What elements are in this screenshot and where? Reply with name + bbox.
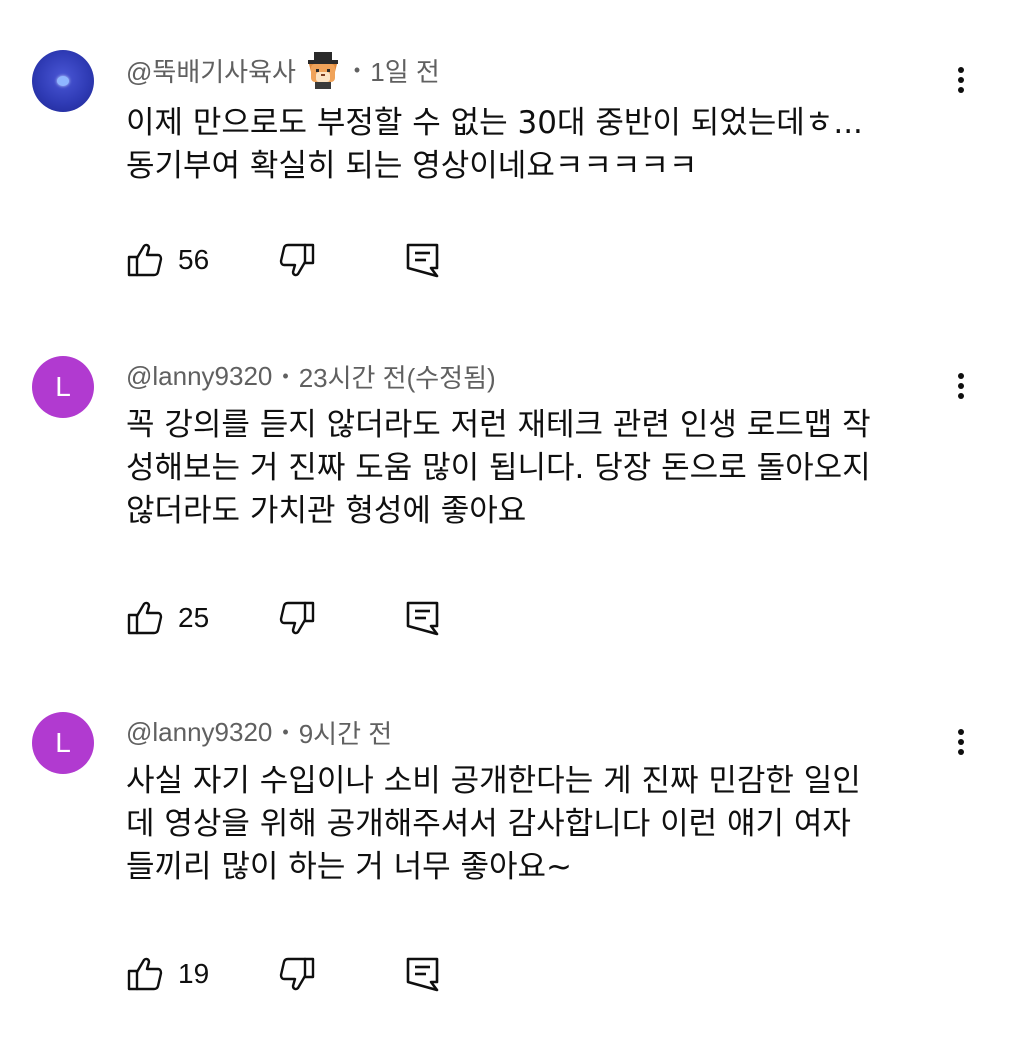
thumb-down-icon — [279, 957, 315, 991]
dislike-button[interactable] — [278, 954, 316, 994]
comment-text: 이제 만으로도 부정할 수 없는 30대 중반이 되었는데ㅎ... 동기부여 확… — [126, 105, 863, 184]
more-actions-button[interactable] — [946, 60, 976, 100]
meta-separator: • — [282, 721, 289, 742]
author-handle[interactable]: @뚝배기사육사 — [126, 52, 296, 89]
comment-meta: @lanny9320 • 23시간 전(수정됨) — [126, 358, 496, 394]
more-vert-icon-dot — [958, 77, 964, 83]
comment-meta: @뚝배기사육사 • 1일 전 — [126, 52, 440, 89]
author-handle[interactable]: @lanny9320 — [126, 361, 272, 392]
avatar[interactable] — [32, 50, 94, 112]
avatar[interactable]: L — [32, 712, 94, 774]
avatar-letter: L — [55, 371, 71, 402]
dislike-button[interactable] — [278, 598, 316, 638]
comment-time[interactable]: 9시간 전 — [299, 714, 392, 751]
author-handle[interactable]: @lanny9320 — [126, 717, 272, 748]
comment-text: 꼭 강의를 듣지 않더라도 저런 재테크 관련 인생 로드맵 작 성해보는 거 … — [126, 407, 871, 529]
more-vert-icon-dot — [958, 749, 964, 755]
member-badge-icon — [307, 52, 338, 89]
comment-text: 사실 자기 수입이나 소비 공개한다는 게 진짜 민감한 일인 데 영상을 위해… — [126, 763, 861, 885]
comment-item: @뚝배기사육사 • 1일 전 이제 만으로도 부정할 수 없는 30대 중반이 … — [0, 0, 1024, 330]
like-count: 56 — [178, 244, 210, 275]
reply-button[interactable] — [404, 954, 442, 994]
thumb-down-icon — [279, 243, 315, 277]
comment-actions: 25 — [126, 598, 439, 638]
like-button[interactable]: 19 — [126, 954, 258, 994]
thumb-up-icon — [127, 957, 163, 991]
reply-comment-icon — [406, 957, 439, 992]
meta-separator: • — [353, 59, 361, 80]
comment-actions: 19 — [126, 954, 439, 994]
comment-item: L @lanny9320 • 9시간 전 사실 자기 수입이나 소비 공개한다는… — [0, 690, 1024, 1060]
like-count: 19 — [178, 958, 210, 989]
like-button[interactable]: 25 — [126, 598, 258, 638]
comment-time[interactable]: 23시간 전(수정됨) — [299, 358, 496, 395]
avatar-emblem-icon — [57, 76, 69, 86]
comment-item: L @lanny9320 • 23시간 전(수정됨) 꼭 강의를 듣지 않더라도… — [0, 330, 1024, 690]
thumb-up-icon — [127, 243, 163, 277]
reply-button[interactable] — [404, 598, 442, 638]
more-vert-icon-dot — [958, 383, 964, 389]
like-button[interactable]: 56 — [126, 240, 258, 280]
comment-actions: 56 — [126, 240, 439, 280]
reply-comment-icon — [406, 243, 439, 278]
avatar[interactable]: L — [32, 356, 94, 418]
more-vert-icon — [958, 67, 964, 73]
comment-meta: @lanny9320 • 9시간 전 — [126, 714, 392, 750]
more-vert-icon-dot — [958, 87, 964, 93]
more-vert-icon-dot — [958, 739, 964, 745]
more-vert-icon — [958, 729, 964, 735]
more-vert-icon-dot — [958, 393, 964, 399]
comment-time[interactable]: 1일 전 — [370, 52, 440, 89]
dislike-button[interactable] — [278, 240, 316, 280]
thumb-up-icon — [127, 601, 163, 635]
meta-separator: • — [282, 365, 289, 386]
more-actions-button[interactable] — [946, 722, 976, 762]
more-actions-button[interactable] — [946, 366, 976, 406]
thumb-down-icon — [279, 601, 315, 635]
reply-comment-icon — [406, 601, 439, 636]
avatar-letter: L — [55, 727, 71, 758]
more-vert-icon — [958, 373, 964, 379]
like-count: 25 — [178, 602, 210, 633]
reply-button[interactable] — [404, 240, 442, 280]
